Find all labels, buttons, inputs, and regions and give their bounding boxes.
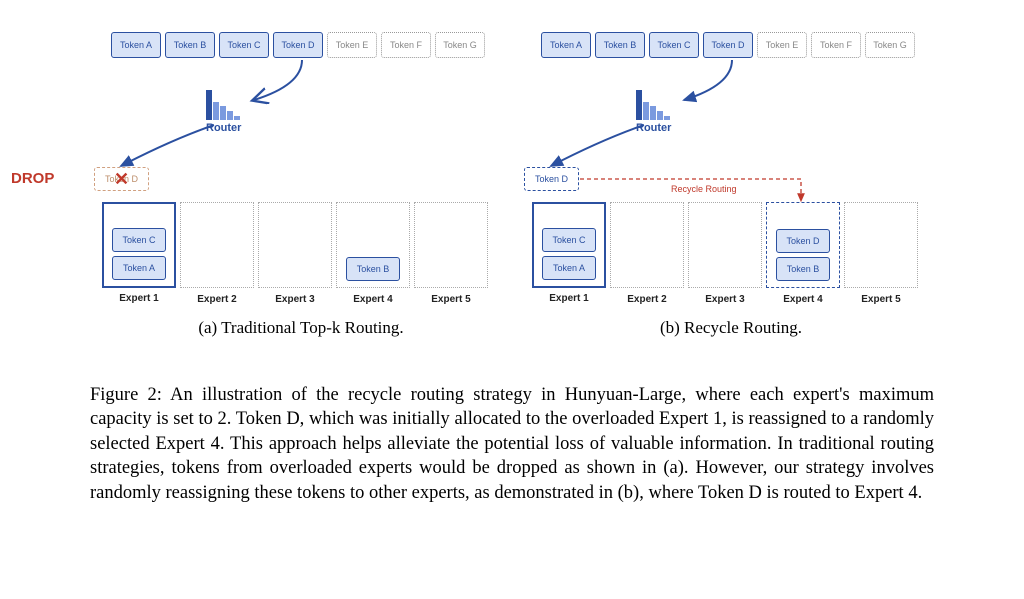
panel-traditional-routing: Token A Token B Token C Token D Token E …: [86, 20, 516, 360]
expert-1-label: Expert 1: [104, 293, 174, 304]
expert-5: Expert 5: [414, 202, 488, 288]
router-label: Router: [206, 122, 241, 134]
figure-caption: Figure 2: An illustration of the recycle…: [90, 383, 934, 505]
token-a-r: Token A: [541, 32, 591, 58]
token-b: Token B: [165, 32, 215, 58]
token-row-left: Token A Token B Token C Token D Token E …: [111, 32, 485, 58]
expert1r-token-c: Token C: [542, 228, 596, 252]
token-c: Token C: [219, 32, 269, 58]
token-e: Token E: [327, 32, 377, 58]
token-c-r: Token C: [649, 32, 699, 58]
expert-row-left: Token C Token A Expert 1 Expert 2 Expert…: [102, 202, 488, 288]
router-label-r: Router: [636, 122, 671, 134]
router-bar-chart-icon: [206, 90, 241, 120]
recycle-token-d: Token D: [524, 167, 579, 191]
subcaption-b: (b) Recycle Routing.: [516, 318, 946, 338]
caption-body: An illustration of the recycle routing s…: [90, 385, 934, 503]
expert-5-r: Expert 5: [844, 202, 918, 288]
x-mark-icon: ✕: [114, 169, 129, 190]
dropped-token-d: Token D ✕: [94, 167, 149, 191]
token-f-r: Token F: [811, 32, 861, 58]
expert-3-r: Expert 3: [688, 202, 762, 288]
token-g-r: Token G: [865, 32, 915, 58]
expert1r-token-a: Token A: [542, 256, 596, 280]
router-left: Router: [206, 90, 241, 134]
expert-3: Expert 3: [258, 202, 332, 288]
token-d: Token D: [273, 32, 323, 58]
drop-label: DROP: [11, 170, 54, 187]
panel-recycle-routing: Token A Token B Token C Token D Token E …: [516, 20, 946, 360]
router-right: Router: [636, 90, 671, 134]
expert1-token-a: Token A: [112, 256, 166, 280]
token-f: Token F: [381, 32, 431, 58]
subcaption-a: (a) Traditional Top-k Routing.: [86, 318, 516, 338]
expert4r-token-d: Token D: [776, 229, 830, 253]
token-row-right: Token A Token B Token C Token D Token E …: [541, 32, 915, 58]
arrows-left-panel: [86, 20, 516, 360]
token-g: Token G: [435, 32, 485, 58]
figure-2: Token A Token B Token C Token D Token E …: [86, 20, 941, 360]
token-a: Token A: [111, 32, 161, 58]
caption-prefix: Figure 2:: [90, 385, 170, 405]
expert4r-token-b: Token B: [776, 257, 830, 281]
expert-2: Expert 2: [180, 202, 254, 288]
expert4-token-b: Token B: [346, 257, 400, 281]
token-d-r: Token D: [703, 32, 753, 58]
expert-1-r: Token C Token A Expert 1: [532, 202, 606, 288]
expert-4: Token B Expert 4: [336, 202, 410, 288]
expert-4-r: Token D Token B Expert 4: [766, 202, 840, 288]
expert-1: Token C Token A Expert 1: [102, 202, 176, 288]
router-bar-chart-icon-r: [636, 90, 671, 120]
token-b-r: Token B: [595, 32, 645, 58]
token-e-r: Token E: [757, 32, 807, 58]
expert-row-right: Token C Token A Expert 1 Expert 2 Expert…: [532, 202, 918, 288]
recycle-routing-label: Recycle Routing: [671, 184, 737, 194]
expert-2-r: Expert 2: [610, 202, 684, 288]
expert1-token-c: Token C: [112, 228, 166, 252]
